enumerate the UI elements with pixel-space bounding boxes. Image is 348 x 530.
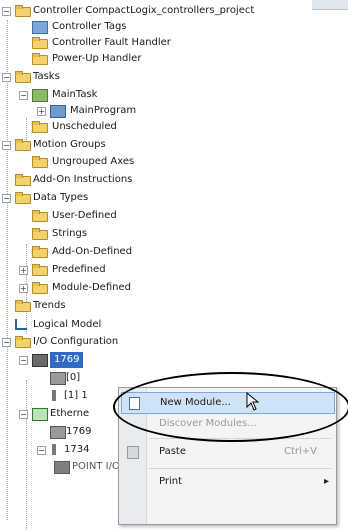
- expand-icon[interactable]: +: [19, 266, 28, 275]
- expand-icon[interactable]: +: [19, 284, 28, 293]
- tags-icon: [32, 21, 48, 34]
- tree-label: Tasks: [33, 71, 60, 82]
- tree-label: Strings: [52, 228, 88, 239]
- menu-separator: [149, 468, 331, 469]
- collapse-icon[interactable]: −: [2, 7, 11, 16]
- collapse-icon[interactable]: −: [37, 446, 46, 455]
- tree-label: MainTask: [52, 89, 98, 100]
- folder-icon: [32, 210, 48, 222]
- folder-icon: [15, 192, 31, 204]
- folder-icon: [32, 282, 48, 294]
- tree-label: User-Defined: [52, 210, 117, 221]
- menu-item-label: Paste: [159, 446, 186, 457]
- folder-icon: [32, 53, 48, 65]
- tree-label: Module-Defined: [52, 282, 131, 293]
- tree-label: MainProgram: [70, 105, 137, 116]
- tree-label: Trends: [33, 300, 66, 311]
- tree-label: Predefined: [52, 264, 106, 275]
- folder-icon: [15, 139, 31, 151]
- paste-icon: [127, 446, 139, 459]
- task-icon: [32, 89, 48, 102]
- logical-model-icon: [15, 319, 27, 330]
- tree-label: Logical Model: [33, 319, 102, 330]
- collapse-icon[interactable]: −: [2, 73, 11, 82]
- folder-icon: [15, 174, 31, 186]
- tree-label: Ungrouped Axes: [52, 156, 135, 167]
- highlight-ellipse: [113, 372, 348, 442]
- scrollbar-stub[interactable]: [312, 0, 348, 10]
- submenu-arrow-icon: ▸: [323, 476, 329, 487]
- collapse-icon[interactable]: −: [19, 410, 28, 419]
- tree-label: Controller Fault Handler: [52, 37, 171, 48]
- bus-icon: [32, 354, 48, 367]
- menu-item-print[interactable]: Print ▸: [121, 472, 333, 492]
- collapse-icon[interactable]: −: [19, 356, 28, 365]
- collapse-icon[interactable]: −: [2, 141, 11, 150]
- menu-item-label: Print: [159, 476, 183, 487]
- folder-icon: [15, 5, 31, 17]
- collapse-icon[interactable]: −: [19, 91, 28, 100]
- menu-item-paste[interactable]: Paste Ctrl+V: [121, 442, 333, 462]
- module-icon: [50, 426, 66, 439]
- tree-label: I/O Configuration: [33, 336, 119, 347]
- module-icon: [52, 444, 56, 455]
- chassis-icon: [54, 461, 70, 474]
- folder-icon: [15, 300, 31, 312]
- folder-icon: [32, 156, 48, 168]
- collapse-icon[interactable]: −: [2, 338, 11, 347]
- tree-label: Controller Tags: [52, 21, 127, 32]
- expand-icon[interactable]: +: [37, 107, 46, 116]
- tree-label: 1734: [64, 444, 90, 455]
- folder-icon: [32, 121, 48, 133]
- folder-icon: [15, 336, 31, 348]
- program-icon: [50, 105, 66, 118]
- tree-label: [0]: [66, 372, 81, 383]
- collapse-icon[interactable]: −: [2, 194, 11, 203]
- network-icon: [32, 408, 48, 421]
- tree-label: Motion Groups: [33, 139, 106, 150]
- tree-label: Data Types: [33, 192, 89, 203]
- tree-label: 1769: [66, 426, 92, 437]
- tree-label: Add-On Instructions: [33, 174, 133, 185]
- tree-label: 1769: [50, 352, 84, 368]
- folder-icon: [32, 37, 48, 49]
- tree-label: [1] 1: [64, 390, 88, 401]
- folder-icon: [15, 71, 31, 83]
- module-icon: [52, 390, 56, 401]
- tree-label: Power-Up Handler: [52, 53, 142, 64]
- tree-label: Controller CompactLogix_controllers_proj…: [33, 5, 255, 16]
- folder-icon: [32, 228, 48, 240]
- tree-label: Etherne: [50, 408, 90, 419]
- tree-label: Add-On-Defined: [52, 246, 133, 257]
- module-icon: [50, 372, 66, 385]
- folder-icon: [32, 264, 48, 276]
- menu-shortcut: Ctrl+V: [283, 446, 317, 457]
- tree-label: Unscheduled: [52, 121, 117, 132]
- folder-icon: [32, 246, 48, 258]
